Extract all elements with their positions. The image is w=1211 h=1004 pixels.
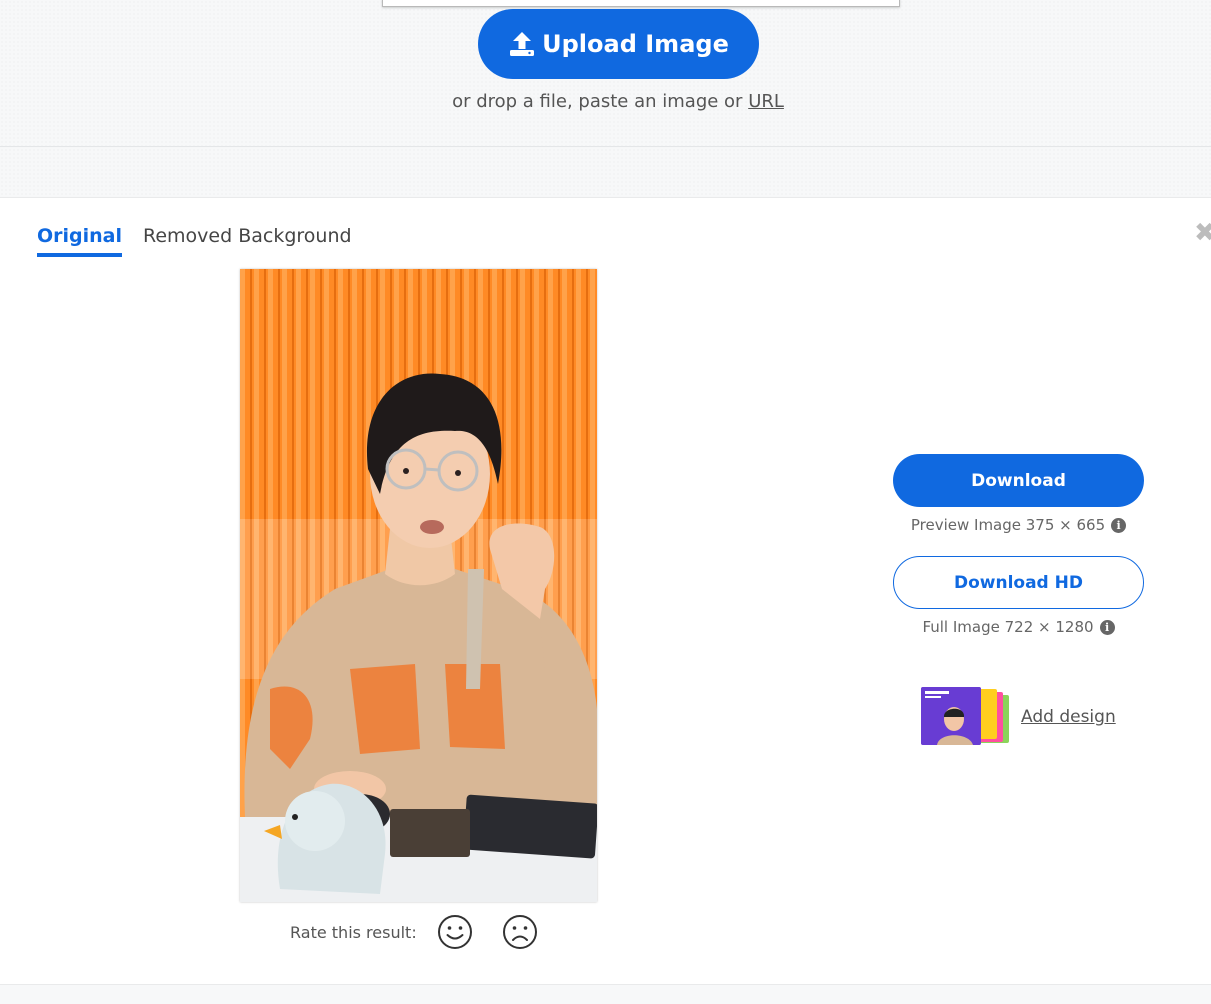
- design-thumbnails: [921, 687, 1013, 747]
- download-button[interactable]: Download: [893, 454, 1144, 507]
- close-icon[interactable]: ✖: [1194, 220, 1211, 246]
- section-divider: [0, 148, 1211, 196]
- result-card: Original Removed Background ✖ Rate this …: [0, 197, 1211, 984]
- info-icon[interactable]: i: [1099, 619, 1115, 635]
- preview-info-text: Preview Image 375 × 665: [910, 516, 1106, 534]
- full-image-info: Full Image 722 × 1280 i: [893, 618, 1144, 636]
- upload-image-button[interactable]: Upload Image: [478, 9, 759, 79]
- bottom-band: [0, 984, 1211, 1004]
- result-tabs: Original Removed Background: [37, 225, 352, 257]
- sad-face-icon[interactable]: [502, 914, 538, 950]
- download-hd-button[interactable]: Download HD: [893, 556, 1144, 609]
- full-image-info-text: Full Image 722 × 1280: [922, 618, 1094, 636]
- upload-button-label: Upload Image: [542, 30, 729, 58]
- upload-area[interactable]: Upload Image or drop a file, paste an im…: [0, 0, 1211, 147]
- rate-row: Rate this result:: [290, 914, 567, 950]
- preview-info: Preview Image 375 × 665 i: [893, 516, 1144, 534]
- dropdown-popup-edge: [382, 0, 900, 7]
- original-image: [240, 269, 597, 902]
- drop-hint: or drop a file, paste an image or URL: [0, 91, 1211, 112]
- tab-original[interactable]: Original: [37, 225, 123, 257]
- drop-hint-text: or drop a file, paste an image or: [452, 91, 743, 112]
- add-design[interactable]: Add design: [921, 687, 1116, 747]
- url-link[interactable]: URL: [748, 91, 784, 112]
- tab-removed-background[interactable]: Removed Background: [143, 225, 352, 257]
- upload-icon: [510, 32, 535, 56]
- rate-label: Rate this result:: [290, 922, 417, 942]
- info-icon[interactable]: i: [1111, 517, 1127, 533]
- smile-face-icon[interactable]: [437, 914, 473, 950]
- add-design-link[interactable]: Add design: [1021, 707, 1116, 727]
